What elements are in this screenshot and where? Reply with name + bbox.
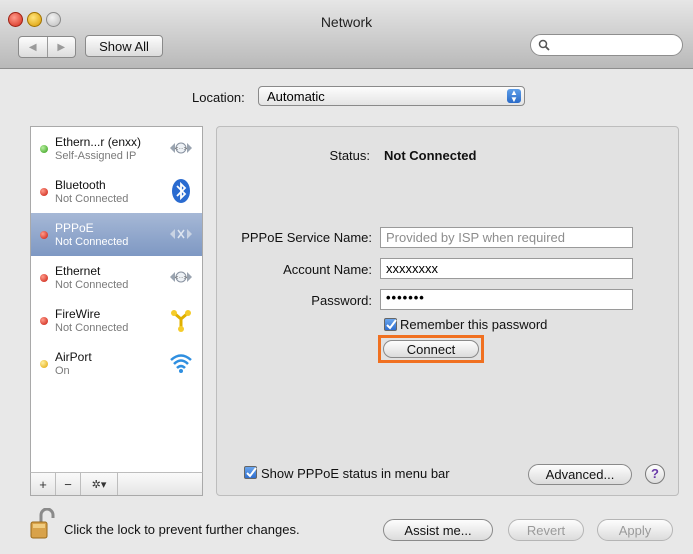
back-forward-control: ◀ ▶ [18, 36, 76, 58]
bluetooth-icon [172, 179, 190, 203]
service-status: Not Connected [55, 279, 129, 291]
show-status-checkbox[interactable] [244, 466, 257, 479]
service-item-bluetooth[interactable]: Bluetooth Not Connected [31, 170, 202, 213]
location-value: Automatic [267, 89, 325, 104]
service-status: Not Connected [55, 236, 129, 248]
show-status-label: Show PPPoE status in menu bar [261, 466, 450, 481]
search-icon [538, 39, 550, 51]
show-all-button[interactable]: Show All [85, 35, 163, 57]
checkmark-icon [386, 319, 397, 330]
lock-icon[interactable] [28, 508, 56, 540]
password-field[interactable]: ••••••• [380, 289, 633, 310]
ethernet-icon: <···> [170, 271, 192, 283]
connect-button[interactable]: Connect [383, 340, 479, 358]
pppoe-icon [170, 229, 192, 239]
status-dot-icon [40, 231, 48, 239]
firewire-icon [171, 310, 191, 332]
service-name: Bluetooth [55, 178, 106, 192]
forward-arrow-icon[interactable]: ▶ [46, 37, 76, 57]
service-name: Ethern...r (enxx) [55, 135, 142, 149]
status-label: Status: [329, 148, 370, 163]
checkmark-icon [246, 467, 257, 478]
select-arrows-icon: ▲ ▼ [507, 89, 521, 104]
service-name: AirPort [55, 350, 92, 364]
location-label: Location: [192, 90, 245, 105]
service-list-toolbar: + − ✲▾ [30, 472, 203, 496]
apply-button[interactable]: Apply [597, 519, 673, 541]
title-bar: Network ◀ ▶ Show All [0, 0, 693, 69]
service-name: PPPoE [55, 221, 94, 235]
pppoe-detail-panel [216, 126, 679, 496]
status-dot-icon [40, 360, 48, 368]
search-field[interactable] [530, 34, 683, 56]
remove-service-button[interactable]: − [56, 473, 81, 495]
assist-me-button[interactable]: Assist me... [383, 519, 493, 541]
network-preferences-window: Network ◀ ▶ Show All Location: Automatic… [0, 0, 693, 554]
service-item-ethernet-enxx[interactable]: Ethern...r (enxx) Self-Assigned IP <···> [31, 127, 202, 170]
service-status: Not Connected [55, 322, 129, 334]
status-value: Not Connected [384, 148, 477, 163]
service-item-airport[interactable]: AirPort On [31, 342, 202, 385]
service-item-firewire[interactable]: FireWire Not Connected [31, 299, 202, 342]
password-label: Password: [311, 293, 372, 308]
advanced-button[interactable]: Advanced... [528, 464, 632, 485]
service-name-field[interactable]: Provided by ISP when required [380, 227, 633, 248]
svg-text:<···>: <···> [174, 275, 187, 281]
status-dot-icon [40, 317, 48, 325]
window-title: Network [320, 14, 373, 30]
status-dot-icon [40, 274, 48, 282]
service-status: On [55, 365, 70, 377]
location-select[interactable]: Automatic ▲ ▼ [258, 86, 525, 106]
gear-menu-button[interactable]: ✲▾ [81, 473, 118, 495]
account-name-label: Account Name: [283, 262, 372, 277]
service-item-ethernet[interactable]: Ethernet Not Connected <···> [31, 256, 202, 299]
remember-password-checkbox[interactable] [384, 318, 397, 331]
add-service-button[interactable]: + [31, 473, 56, 495]
remember-password-label: Remember this password [400, 317, 548, 332]
service-name-label: PPPoE Service Name: [241, 230, 372, 245]
status-dot-icon [40, 145, 48, 153]
airport-icon [170, 354, 192, 373]
ethernet-icon: <···> [170, 142, 192, 154]
service-list: Ethern...r (enxx) Self-Assigned IP <···>… [30, 126, 203, 496]
service-status: Not Connected [55, 193, 129, 205]
revert-button[interactable]: Revert [508, 519, 584, 541]
status-dot-icon [40, 188, 48, 196]
service-status: Self-Assigned IP [55, 150, 137, 162]
service-name: Ethernet [55, 264, 101, 278]
lock-instruction-text: Click the lock to prevent further change… [64, 522, 300, 537]
help-button[interactable]: ? [645, 464, 665, 484]
service-name: FireWire [55, 307, 101, 321]
account-name-field[interactable]: xxxxxxxx [380, 258, 633, 279]
svg-text:<···>: <···> [174, 146, 187, 152]
service-item-pppoe[interactable]: PPPoE Not Connected [31, 213, 202, 256]
back-arrow-icon[interactable]: ◀ [19, 37, 47, 57]
